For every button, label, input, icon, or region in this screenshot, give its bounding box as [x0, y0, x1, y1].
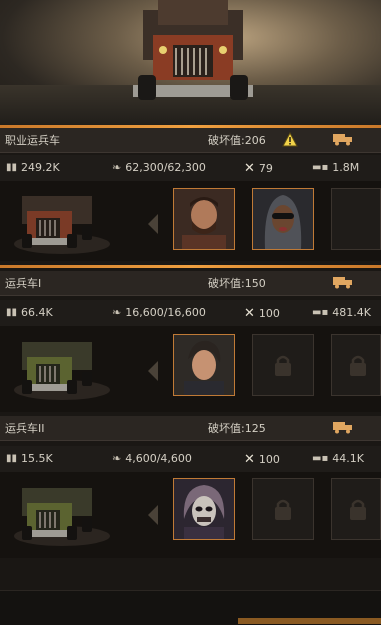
locked-slot[interactable] — [331, 188, 381, 250]
repair-stat: ✕ 79 — [244, 161, 273, 176]
hero-portrait-masked — [174, 479, 234, 539]
truck-icon: ▬▪ — [312, 162, 329, 173]
section-title: 职业运兵车 — [5, 134, 60, 147]
section-stats: ▮▮ 66.4K ❧ 16,600/16,600 ✕ 100 ▬▪ 481.4K — [0, 300, 381, 326]
troops-icon: ▮▮ — [6, 307, 18, 318]
hero-portrait-male — [174, 335, 234, 395]
section-header: 运兵车I 破坏值:150 — [0, 271, 381, 296]
section-body — [0, 326, 381, 412]
truck-icon[interactable] — [333, 132, 353, 146]
locked-slot[interactable] — [331, 478, 381, 540]
speed-stat: ▬▪ 481.4K — [312, 306, 371, 319]
lock-icon — [350, 355, 366, 376]
speed-stat: ▬▪ 44.1K — [312, 452, 364, 465]
hero-portrait-bearded — [174, 189, 234, 249]
troops-stat: ▮▮ 66.4K — [6, 306, 53, 319]
wing-icon: ❧ — [112, 161, 122, 174]
repair-value: 100 — [258, 453, 280, 466]
load-value: 4,600/4,600 — [125, 452, 192, 465]
troops-value: 15.5K — [21, 452, 53, 465]
locked-slot[interactable] — [252, 334, 314, 396]
hero-slot[interactable] — [173, 334, 235, 396]
lock-icon — [350, 499, 366, 520]
truck-image[interactable] — [12, 186, 112, 256]
troops-value: 66.4K — [21, 306, 53, 319]
repair-value: 100 — [258, 307, 280, 320]
section-body — [0, 472, 381, 558]
load-stat: ❧ 16,600/16,600 — [112, 306, 206, 319]
repair-value: 79 — [258, 162, 273, 175]
load-value: 16,600/16,600 — [125, 306, 206, 319]
section-stats: ▮▮ 15.5K ❧ 4,600/4,600 ✕ 100 ▬▪ 44.1K — [0, 446, 381, 472]
speed-value: 1.8M — [332, 161, 360, 174]
bottom-tab-highlight[interactable] — [238, 618, 381, 624]
section-title: 运兵车I — [5, 277, 42, 290]
troops-stat: ▮▮ 249.2K — [6, 161, 60, 174]
chevron-left-icon[interactable] — [146, 504, 160, 526]
lock-icon — [275, 355, 291, 376]
hero-slot[interactable] — [173, 478, 235, 540]
troops-stat: ▮▮ 15.5K — [6, 452, 53, 465]
load-stat: ❧ 62,300/62,300 — [112, 161, 206, 174]
warning-icon[interactable] — [282, 132, 298, 147]
speed-value: 481.4K — [332, 306, 371, 319]
section-stats: ▮▮ 249.2K ❧ 62,300/62,300 ✕ 79 ▬▪ 1.8M — [0, 155, 381, 181]
load-stat: ❧ 4,600/4,600 — [112, 452, 192, 465]
load-value: 62,300/62,300 — [125, 161, 206, 174]
hero-banner — [0, 0, 381, 125]
truck-icon: ▬▪ — [312, 307, 329, 318]
troops-icon: ▮▮ — [6, 453, 18, 464]
speed-stat: ▬▪ 1.8M — [312, 161, 359, 174]
wing-icon: ❧ — [112, 452, 122, 465]
truck-icon: ▬▪ — [312, 453, 329, 464]
repair-stat: ✕ 100 — [244, 452, 280, 467]
hero-truck-image — [133, 0, 253, 100]
repair-stat: ✕ 100 — [244, 306, 280, 321]
locked-slot[interactable] — [331, 334, 381, 396]
repair-icon: ✕ — [244, 161, 255, 176]
repair-icon: ✕ — [244, 452, 255, 467]
divider-bar — [0, 265, 381, 268]
chevron-left-icon[interactable] — [146, 213, 160, 235]
section-header: 职业运兵车 破坏值:206 — [0, 128, 381, 153]
truck-icon[interactable] — [333, 420, 353, 434]
chevron-left-icon[interactable] — [146, 360, 160, 382]
locked-slot[interactable] — [252, 478, 314, 540]
lock-icon — [275, 499, 291, 520]
speed-value: 44.1K — [332, 452, 364, 465]
hero-portrait-hooded — [253, 189, 313, 249]
truck-image[interactable] — [12, 478, 112, 548]
damage-value: 破坏值:150 — [208, 277, 266, 290]
troops-icon: ▮▮ — [6, 162, 18, 173]
truck-icon[interactable] — [333, 275, 353, 289]
damage-value: 破坏值:125 — [208, 422, 266, 435]
wing-icon: ❧ — [112, 306, 122, 319]
section-title: 运兵车II — [5, 422, 45, 435]
hero-slot[interactable] — [252, 188, 314, 250]
truck-image[interactable] — [12, 332, 112, 402]
section-header: 运兵车II 破坏值:125 — [0, 416, 381, 441]
damage-value: 破坏值:206 — [208, 134, 266, 147]
repair-icon: ✕ — [244, 306, 255, 321]
hero-slot[interactable] — [173, 188, 235, 250]
troops-value: 249.2K — [21, 161, 60, 174]
section-body — [0, 181, 381, 261]
